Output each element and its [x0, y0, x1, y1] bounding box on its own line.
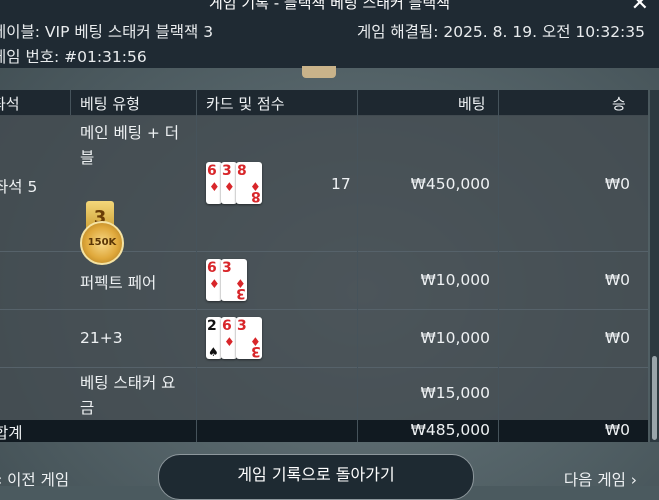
col-bet-type: 베팅 유형: [80, 95, 140, 113]
playing-card: 8 ♦ 8: [236, 162, 262, 204]
bet-amount: ₩450,000: [410, 175, 490, 193]
bet-type-cell: 베팅 스태커 요: [80, 374, 176, 392]
close-icon[interactable]: ✕: [631, 0, 649, 16]
bet-amount: ₩10,000: [420, 329, 490, 347]
prev-game-link[interactable]: ‹ 이전 게임: [0, 468, 69, 490]
playing-card: 6 ♦: [206, 162, 222, 204]
total-win: ₩0: [604, 421, 630, 439]
col-bet: 베팅: [458, 95, 486, 113]
playing-card: 6 ♦: [221, 317, 237, 359]
hand-score: 17: [331, 175, 351, 193]
playing-card: 3 ♦ 3: [221, 259, 247, 301]
playing-card: 3 ♦: [221, 162, 237, 204]
scrollbar-thumb[interactable]: [652, 356, 657, 440]
playing-card: 6 ♦: [206, 259, 222, 301]
table-body: 좌석 5 메인 베팅 + 더 블 3 150K 6 ♦ 3 ♦ 8 ♦ 8 17 ₩45…: [0, 115, 648, 420]
column-divider: [70, 90, 71, 115]
history-header: 게임 기록 - 블랙잭 베팅 스태커 블랙잭 ✕ 테이블: VIP 베팅 스태커…: [0, 0, 659, 68]
total-bet: ₩485,000: [410, 421, 490, 439]
bet-amount: ₩15,000: [420, 384, 490, 402]
bet-type-cell: 메인 베팅 + 더: [80, 124, 180, 142]
column-divider: [498, 90, 499, 442]
playing-card: 2 ♠: [206, 317, 222, 359]
bet-type-cell: 퍼펙트 페어: [80, 274, 157, 292]
win-amount: ₩0: [604, 271, 630, 289]
total-label: 합계: [0, 424, 23, 442]
col-cards: 카드 및 점수: [206, 95, 285, 113]
win-amount: ₩0: [604, 329, 630, 347]
dialog-title: 게임 기록 - 블랙잭 베팅 스태커 블랙잭: [208, 0, 451, 12]
bet-amount: ₩10,000: [420, 271, 490, 289]
footer-nav: ‹ 이전 게임 게임 기록으로 돌아가기 다음 게임 ›: [0, 452, 659, 500]
table-header-row: 좌석 베팅 유형 카드 및 점수 베팅 승: [0, 90, 648, 116]
bet-type-cell-cont: 금: [80, 399, 95, 417]
table-row: 좌석 5 메인 베팅 + 더 블 3 150K 6 ♦ 3 ♦ 8 ♦ 8 17 ₩45…: [0, 115, 648, 265]
back-to-history-button[interactable]: 게임 기록으로 돌아가기: [158, 454, 474, 500]
next-game-link[interactable]: 다음 게임 ›: [564, 468, 637, 490]
table-row: 퍼펙트 페어 6 ♦ 3 ♦ 3 ₩10,000 ₩0: [0, 251, 648, 310]
column-divider: [357, 90, 358, 442]
table-row: 베팅 스태커 요 금 ₩15,000: [0, 367, 648, 420]
win-amount: ₩0: [604, 175, 630, 193]
table-scrollbar[interactable]: [650, 90, 659, 442]
col-win: 승: [612, 95, 626, 113]
settled-label: 게임 해결됨: 2025. 8. 19. 오전 10:32:35: [356, 23, 645, 41]
chip-peek-graphic: [302, 66, 336, 78]
col-seat: 좌석: [0, 95, 20, 113]
column-divider: [196, 90, 197, 442]
playing-card: 3 ♦ 3: [236, 317, 262, 359]
total-row: 합계 ₩485,000 ₩0: [0, 420, 648, 442]
round-label: 게임 번호: #01:31:56: [0, 48, 147, 66]
table-row: 21+3 2 ♠ 6 ♦ 3 ♦ 3 ₩10,000 ₩0: [0, 309, 648, 368]
bet-type-cell: 21+3: [80, 329, 123, 347]
bet-type-cell-cont: 블: [80, 149, 95, 167]
seat-cell: 좌석 5: [0, 178, 38, 196]
table-label: 테이블: VIP 베팅 스태커 블랙잭 3: [0, 23, 214, 41]
